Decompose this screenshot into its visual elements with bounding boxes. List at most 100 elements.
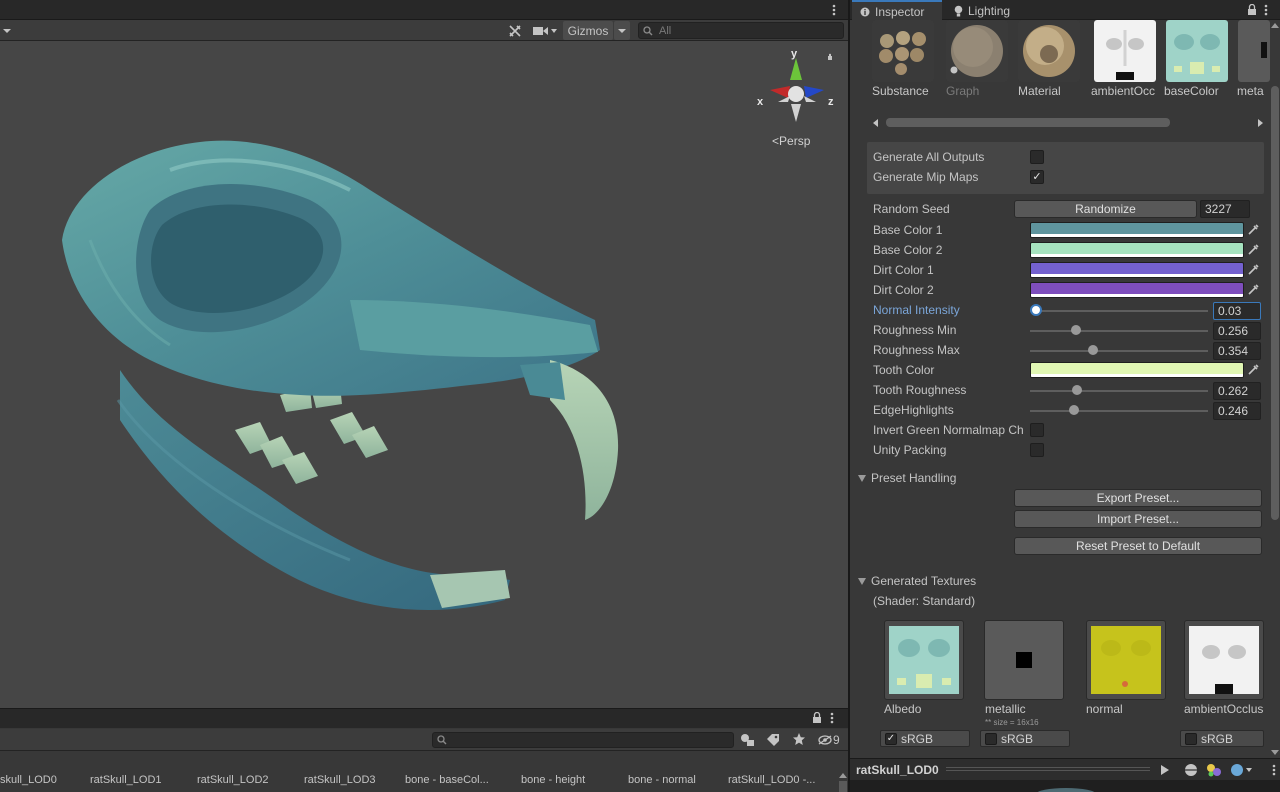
hidden-packages-icon[interactable]: 9 xyxy=(818,733,840,747)
scene-view[interactable]: Gizmos All y x z <Persp xyxy=(0,0,848,708)
dirt-color-2-label: Dirt Color 2 xyxy=(873,283,934,297)
scene-search-input[interactable]: All xyxy=(638,22,844,39)
unity-packing-checkbox[interactable] xyxy=(1030,443,1044,457)
roughness-max-slider[interactable] xyxy=(1030,350,1208,352)
normal-intensity-field[interactable]: 0.03 xyxy=(1213,302,1261,320)
output-label-metallic: meta xyxy=(1237,84,1264,98)
kebab-menu-icon[interactable] xyxy=(1272,764,1276,779)
inspector-panel: Inspector Lighting Substance Graph Mater… xyxy=(848,0,1280,792)
foldout-arrow-icon xyxy=(858,577,866,585)
albedo-label: Albedo xyxy=(884,702,922,716)
project-file[interactable]: ratSkull_LOD2 xyxy=(197,774,269,786)
lock-icon[interactable] xyxy=(812,711,822,727)
roughness-min-slider[interactable] xyxy=(1030,330,1208,332)
generate-mip-maps-label: Generate Mip Maps xyxy=(873,170,979,184)
metallic-texture[interactable] xyxy=(984,620,1064,700)
edge-highlights-field[interactable]: 0.246 xyxy=(1213,402,1261,420)
metallic-thumbnail[interactable] xyxy=(1238,20,1270,82)
roughness-max-field[interactable]: 0.354 xyxy=(1213,342,1261,360)
project-search-input[interactable] xyxy=(432,732,734,748)
kebab-menu-icon[interactable] xyxy=(830,3,838,17)
filter-by-type-icon[interactable] xyxy=(740,733,756,750)
preset-handling-foldout[interactable]: Preset Handling xyxy=(858,469,956,487)
eyedropper-icon[interactable] xyxy=(1246,262,1260,278)
orientation-gizmo[interactable]: y x z xyxy=(756,46,842,122)
substance-thumbnail[interactable] xyxy=(872,20,934,82)
tooth-color-swatch[interactable] xyxy=(1030,362,1244,378)
tools-icon[interactable] xyxy=(504,21,526,40)
eyedropper-icon[interactable] xyxy=(1246,282,1260,298)
roughness-min-label: Roughness Min xyxy=(873,323,957,337)
play-icon[interactable] xyxy=(1160,764,1170,779)
project-file[interactable]: bone - height xyxy=(521,774,585,786)
albedo-srgb-toggle[interactable]: ✓ sRGB xyxy=(880,730,970,747)
chevron-down-icon[interactable] xyxy=(0,21,14,40)
ambient-occlusion-srgb-label: sRGB xyxy=(1201,731,1234,746)
outputs-horizontal-scrollbar[interactable] xyxy=(870,116,1268,130)
invert-green-checkbox[interactable] xyxy=(1030,423,1044,437)
roughness-min-knob[interactable] xyxy=(1071,325,1081,335)
ambient-occlusion-texture[interactable] xyxy=(1184,620,1264,700)
dirt-color-1-swatch[interactable] xyxy=(1030,262,1244,278)
random-seed-field[interactable]: 3227 xyxy=(1200,200,1250,218)
eyedropper-icon[interactable] xyxy=(1246,242,1260,258)
camera-icon[interactable] xyxy=(530,21,560,40)
project-file[interactable]: ratSkull_LOD1 xyxy=(90,774,162,786)
project-file[interactable]: bone - baseCol... xyxy=(405,774,489,786)
project-file[interactable]: ratSkull_LOD3 xyxy=(304,774,376,786)
normal-intensity-slider[interactable] xyxy=(1030,310,1208,312)
graph-thumbnail[interactable] xyxy=(946,20,1008,82)
normal-intensity-label: Normal Intensity xyxy=(873,303,960,317)
rat-skull-model[interactable] xyxy=(50,130,630,630)
metallic-srgb-toggle[interactable]: sRGB xyxy=(980,730,1070,747)
export-preset-button[interactable]: Export Preset... xyxy=(1014,489,1262,507)
project-file[interactable]: skull_LOD0 xyxy=(0,774,57,786)
eyedropper-icon[interactable] xyxy=(1246,222,1260,238)
projection-toggle[interactable]: <Persp xyxy=(772,134,810,148)
tooth-roughness-slider[interactable] xyxy=(1030,390,1208,392)
tab-lighting[interactable]: Lighting xyxy=(946,0,1026,21)
roughness-max-knob[interactable] xyxy=(1088,345,1098,355)
preview-drag-handle[interactable] xyxy=(946,767,1150,771)
tab-inspector[interactable]: Inspector xyxy=(852,0,942,21)
normal-texture[interactable] xyxy=(1086,620,1166,700)
edge-highlights-knob[interactable] xyxy=(1069,405,1079,415)
label-tag-icon[interactable] xyxy=(766,733,780,750)
ambient-occlusion-srgb-toggle[interactable]: sRGB xyxy=(1180,730,1264,747)
lock-icon[interactable] xyxy=(1247,3,1257,19)
preview-lighting-icon[interactable] xyxy=(1206,763,1222,780)
preview-sphere-icon[interactable] xyxy=(1184,763,1198,780)
base-color-thumbnail[interactable] xyxy=(1166,20,1228,82)
material-thumbnail[interactable] xyxy=(1018,20,1080,82)
eyedropper-icon[interactable] xyxy=(1246,362,1260,378)
edge-highlights-slider[interactable] xyxy=(1030,410,1208,412)
dirt-color-2-swatch[interactable] xyxy=(1030,282,1244,298)
normal-intensity-knob[interactable] xyxy=(1030,304,1042,316)
ambient-occlusion-thumbnail[interactable] xyxy=(1094,20,1156,82)
project-toolbar: 9 xyxy=(0,729,848,751)
kebab-menu-icon[interactable] xyxy=(830,712,834,727)
gizmos-button[interactable]: Gizmos xyxy=(563,21,613,40)
preview-shape-dropdown[interactable] xyxy=(1230,763,1254,777)
scene-search-placeholder: All xyxy=(659,24,672,37)
favorite-star-icon[interactable] xyxy=(792,732,806,749)
randomize-button[interactable]: Randomize xyxy=(1014,200,1197,218)
roughness-min-field[interactable]: 0.256 xyxy=(1213,322,1261,340)
project-file[interactable]: bone - normal xyxy=(628,774,696,786)
project-file[interactable]: ratSkull_LOD0 -... xyxy=(728,774,815,786)
albedo-texture[interactable] xyxy=(884,620,964,700)
tooth-roughness-knob[interactable] xyxy=(1072,385,1082,395)
base-color-1-swatch[interactable] xyxy=(1030,222,1244,238)
generate-all-outputs-checkbox[interactable] xyxy=(1030,150,1044,164)
generated-textures-foldout[interactable]: Generated Textures xyxy=(858,572,976,590)
inspector-vertical-scrollbar[interactable] xyxy=(1270,22,1280,758)
tooth-roughness-label: Tooth Roughness xyxy=(873,383,967,397)
reset-preset-button[interactable]: Reset Preset to Default xyxy=(1014,537,1262,555)
generate-mip-maps-checkbox[interactable]: ✓ xyxy=(1030,170,1044,184)
base-color-2-swatch[interactable] xyxy=(1030,242,1244,258)
gizmos-dropdown-icon[interactable] xyxy=(614,21,630,40)
project-scrollbar[interactable] xyxy=(838,770,848,792)
tooth-roughness-field[interactable]: 0.262 xyxy=(1213,382,1261,400)
import-preset-button[interactable]: Import Preset... xyxy=(1014,510,1262,528)
kebab-menu-icon[interactable] xyxy=(1264,4,1268,19)
